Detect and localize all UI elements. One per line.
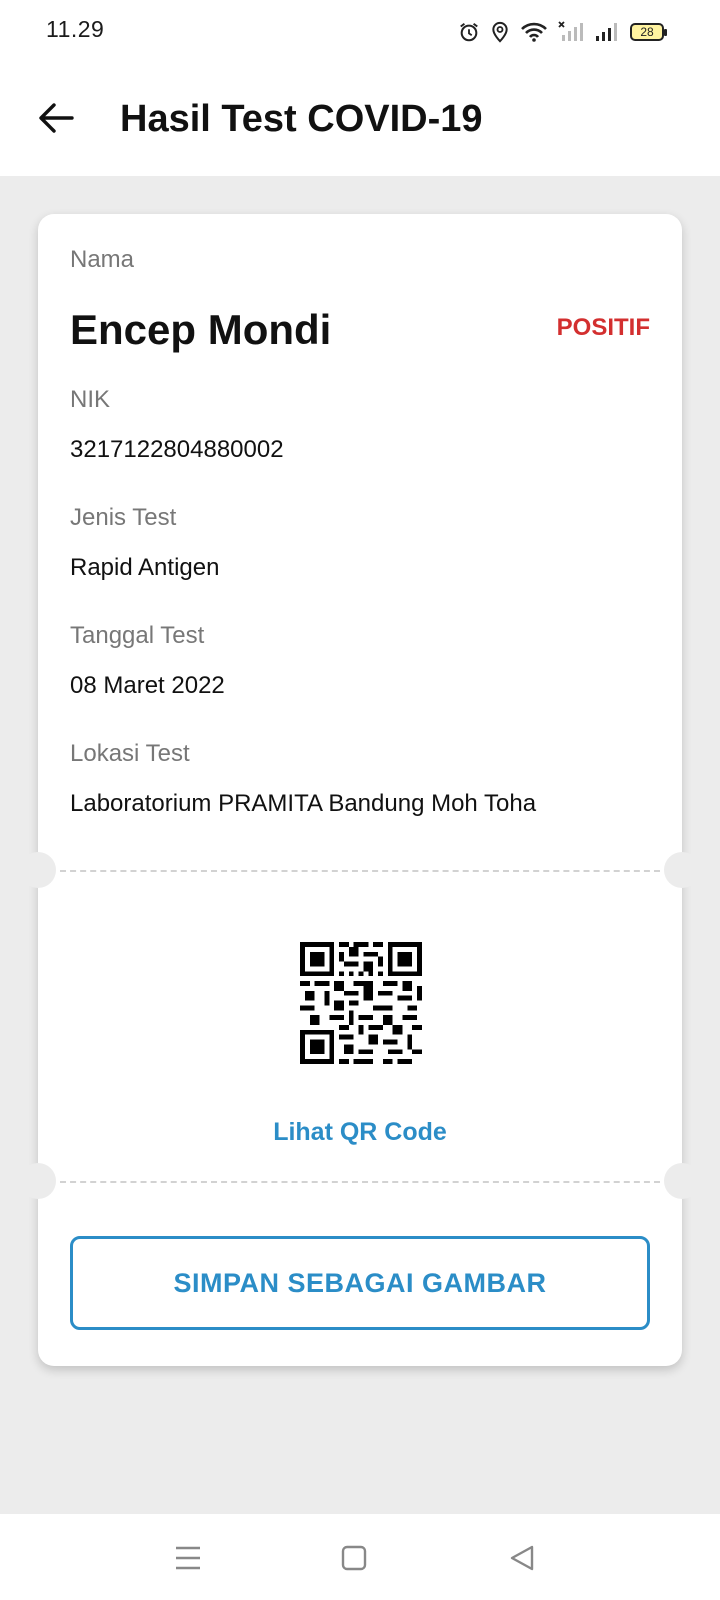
status-bar: 11.29 28: [0, 0, 720, 62]
dashed-divider: [60, 870, 660, 872]
result-card: Nama Encep Mondi POSITIF NIK 32171228048…: [20, 214, 700, 1366]
test-type-value: Rapid Antigen: [70, 554, 220, 581]
test-type-label: Jenis Test: [70, 504, 177, 531]
status-time: 11.29: [46, 16, 105, 42]
save-as-image-button[interactable]: SIMPAN SEBAGAI GAMBAR: [70, 1236, 650, 1330]
status-badge: POSITIF: [556, 314, 650, 341]
test-date-value: 08 Maret 2022: [70, 672, 225, 699]
qr-code-image[interactable]: [300, 942, 422, 1064]
signal-icon: [594, 21, 620, 43]
patient-name: Encep Mondi: [70, 306, 332, 353]
location-icon: [490, 21, 510, 43]
page-title: Hasil Test COVID-19: [120, 98, 483, 140]
test-location-value: Laboratorium PRAMITA Bandung Moh Toha: [70, 790, 537, 817]
ticket-notch: [664, 852, 700, 888]
name-label: Nama: [70, 246, 135, 273]
ticket-notch: [664, 1163, 700, 1199]
status-icons: 28: [458, 18, 667, 46]
nav-back-button[interactable]: [502, 1538, 542, 1578]
app-bar: Hasil Test COVID-19: [0, 62, 720, 176]
menu-icon: [176, 1546, 200, 1570]
home-icon: [341, 1545, 367, 1571]
menu-button[interactable]: [168, 1538, 208, 1578]
ticket-notch: [20, 852, 56, 888]
nik-label: NIK: [70, 386, 111, 413]
wifi-icon: [520, 21, 548, 43]
alarm-icon: [458, 21, 480, 43]
battery-icon: 28: [630, 23, 667, 41]
nik-value: 3217122804880002: [70, 436, 284, 463]
signal-off-icon: [558, 21, 584, 43]
navigation-bar: [0, 1514, 720, 1600]
back-button[interactable]: [30, 92, 82, 144]
back-icon: [510, 1545, 534, 1571]
home-button[interactable]: [334, 1538, 374, 1578]
arrow-left-icon: [39, 103, 74, 133]
test-date-label: Tanggal Test: [70, 622, 205, 649]
view-qr-code-link[interactable]: Lihat QR Code: [38, 1118, 682, 1147]
dashed-divider: [60, 1181, 660, 1183]
test-location-label: Lokasi Test: [70, 740, 190, 767]
ticket-notch: [20, 1163, 56, 1199]
